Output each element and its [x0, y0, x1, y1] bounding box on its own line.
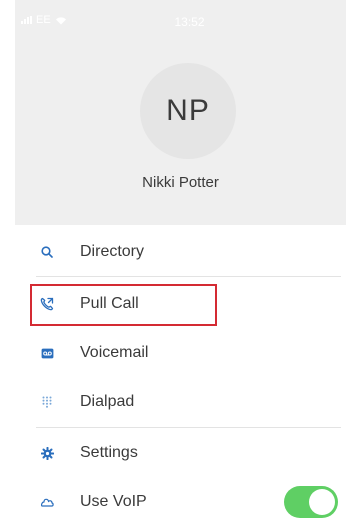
divider	[36, 427, 341, 428]
divider	[36, 276, 341, 277]
menu-item-use-voip: Use VoIP	[0, 478, 346, 526]
cloud-icon	[40, 495, 54, 509]
menu-item-settings[interactable]: Settings	[0, 429, 346, 477]
use-voip-toggle[interactable]	[284, 486, 338, 518]
menu-item-label: Dialpad	[80, 393, 135, 410]
toggle-knob	[309, 489, 335, 515]
menu-item-label: Settings	[80, 444, 138, 461]
menu-item-label: Directory	[80, 243, 145, 260]
menu-item-voicemail[interactable]: Voicemail	[0, 329, 346, 377]
avatar[interactable]: NP	[140, 63, 236, 159]
menu-item-dialpad[interactable]: Dialpad	[0, 378, 346, 426]
highlight-box	[30, 284, 217, 326]
profile-header: EE 13:52 NP Nikki Potter	[15, 0, 346, 225]
user-name: Nikki Potter	[142, 174, 219, 191]
search-icon	[40, 245, 54, 259]
gear-icon	[40, 446, 54, 460]
menu-item-label: Voicemail	[80, 344, 149, 361]
menu-item-directory[interactable]: Directory	[0, 228, 346, 276]
dialpad-icon	[40, 395, 54, 409]
menu-item-label: Use VoIP	[80, 493, 147, 510]
status-bar: EE 13:52	[15, 14, 346, 30]
voicemail-icon	[40, 346, 54, 360]
status-time: 13:52	[174, 15, 205, 29]
status-time-wrap: 13:52	[15, 15, 346, 29]
avatar-initials: NP	[166, 94, 210, 127]
